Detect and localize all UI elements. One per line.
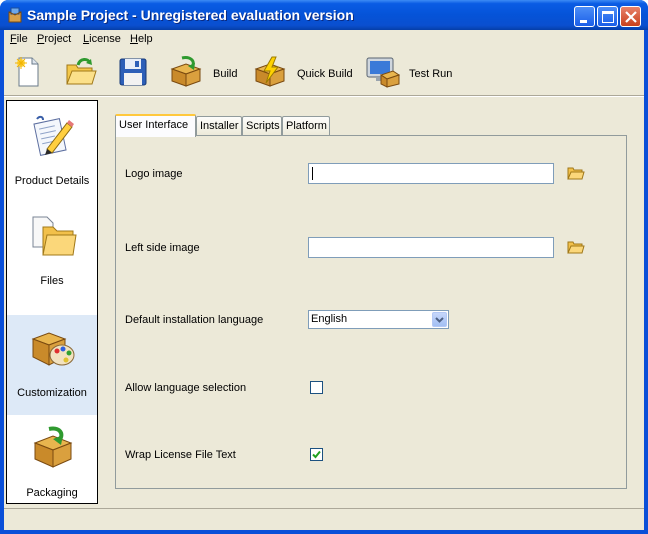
tab-user-interface[interactable]: User Interface bbox=[115, 114, 196, 137]
menu-project-rest: roject bbox=[44, 33, 72, 45]
sidebar-item-files[interactable]: Files bbox=[7, 203, 97, 303]
title-bar[interactable]: Sample Project - Unregistered evaluation… bbox=[0, 0, 648, 30]
tab-platform[interactable]: Platform bbox=[282, 116, 330, 136]
menu-help[interactable]: Help bbox=[130, 33, 153, 45]
build-label: Build bbox=[213, 68, 238, 80]
tab-installer[interactable]: Installer bbox=[196, 116, 242, 136]
menu-file-mnemonic: F bbox=[10, 33, 17, 45]
sidebar: Product Details Files Customization Pack… bbox=[6, 100, 98, 504]
menu-license-rest: icense bbox=[89, 33, 121, 45]
files-folder-icon bbox=[32, 216, 77, 256]
box-palette-icon bbox=[31, 332, 75, 366]
floppy-disk-icon bbox=[119, 58, 147, 86]
open-button[interactable] bbox=[64, 55, 98, 91]
left-side-image-label: Left side image bbox=[125, 242, 200, 254]
browse-folder-icon[interactable] bbox=[566, 164, 586, 182]
checkmark-icon bbox=[312, 450, 321, 459]
sidebar-item-product-details[interactable]: Product Details bbox=[7, 103, 97, 203]
default-language-value: English bbox=[311, 313, 348, 325]
logo-image-label: Logo image bbox=[125, 168, 183, 180]
build-button[interactable]: Build bbox=[168, 55, 238, 91]
sidebar-item-label: Product Details bbox=[14, 175, 90, 187]
application-window: Sample Project - Unregistered evaluation… bbox=[0, 0, 648, 534]
sidebar-item-customization[interactable]: Customization bbox=[7, 315, 97, 415]
toolbar-separator bbox=[4, 95, 644, 97]
close-button[interactable] bbox=[620, 6, 641, 27]
build-box-icon bbox=[170, 56, 202, 87]
status-bar bbox=[4, 508, 644, 530]
menu-help-rest: elp bbox=[137, 33, 153, 45]
minimize-icon bbox=[580, 20, 587, 23]
maximize-button[interactable] bbox=[597, 6, 618, 27]
sidebar-item-label: Customization bbox=[17, 387, 87, 399]
tab-scripts[interactable]: Scripts bbox=[242, 116, 282, 136]
save-button[interactable] bbox=[116, 55, 150, 91]
dropdown-arrow-button[interactable] bbox=[432, 312, 447, 327]
default-language-label: Default installation language bbox=[125, 314, 264, 326]
close-icon bbox=[625, 11, 637, 23]
menu-help-mnemonic: H bbox=[130, 33, 138, 45]
open-folder-icon bbox=[66, 58, 97, 85]
test-run-button[interactable]: Test Run bbox=[364, 55, 460, 91]
app-icon bbox=[8, 7, 22, 23]
test-run-icon bbox=[366, 57, 401, 88]
default-language-select[interactable]: English bbox=[308, 310, 449, 329]
left-side-image-input[interactable] bbox=[308, 237, 554, 258]
text-caret bbox=[312, 167, 313, 180]
quick-build-icon bbox=[254, 56, 286, 87]
menu-project[interactable]: Project bbox=[37, 33, 71, 45]
new-button[interactable] bbox=[12, 55, 44, 91]
minimize-button[interactable] bbox=[574, 6, 595, 27]
maximize-icon bbox=[602, 11, 614, 23]
document-pencil-icon bbox=[33, 115, 74, 156]
browse-folder-icon[interactable] bbox=[566, 238, 586, 256]
menu-license[interactable]: License bbox=[83, 33, 121, 45]
test-run-label: Test Run bbox=[409, 68, 453, 80]
wrap-license-label: Wrap License File Text bbox=[125, 449, 236, 461]
menu-file[interactable]: File bbox=[10, 33, 28, 45]
sidebar-item-packaging[interactable]: Packaging bbox=[7, 415, 97, 515]
quick-build-button[interactable]: Quick Build bbox=[252, 55, 353, 91]
allow-language-selection-label: Allow language selection bbox=[125, 382, 247, 394]
chevron-down-icon bbox=[435, 317, 444, 323]
new-document-icon bbox=[15, 57, 39, 87]
allow-language-selection-checkbox[interactable] bbox=[310, 381, 323, 394]
sidebar-item-label: Files bbox=[40, 275, 64, 287]
quick-build-label: Quick Build bbox=[297, 68, 353, 80]
user-interface-panel: Logo image Left side image Default insta… bbox=[115, 135, 627, 489]
window-title: Sample Project - Unregistered evaluation… bbox=[27, 7, 354, 23]
menu-bar: File Project License Help bbox=[4, 30, 644, 49]
toolbar: Build Quick Build Test Run bbox=[4, 51, 644, 95]
package-box-icon bbox=[33, 426, 73, 468]
wrap-license-checkbox[interactable] bbox=[310, 448, 323, 461]
sidebar-item-label: Packaging bbox=[26, 487, 78, 499]
client-area: File Project License Help Build Quick Bu… bbox=[4, 30, 644, 530]
menu-file-rest: ile bbox=[16, 33, 28, 45]
logo-image-input[interactable] bbox=[308, 163, 554, 184]
